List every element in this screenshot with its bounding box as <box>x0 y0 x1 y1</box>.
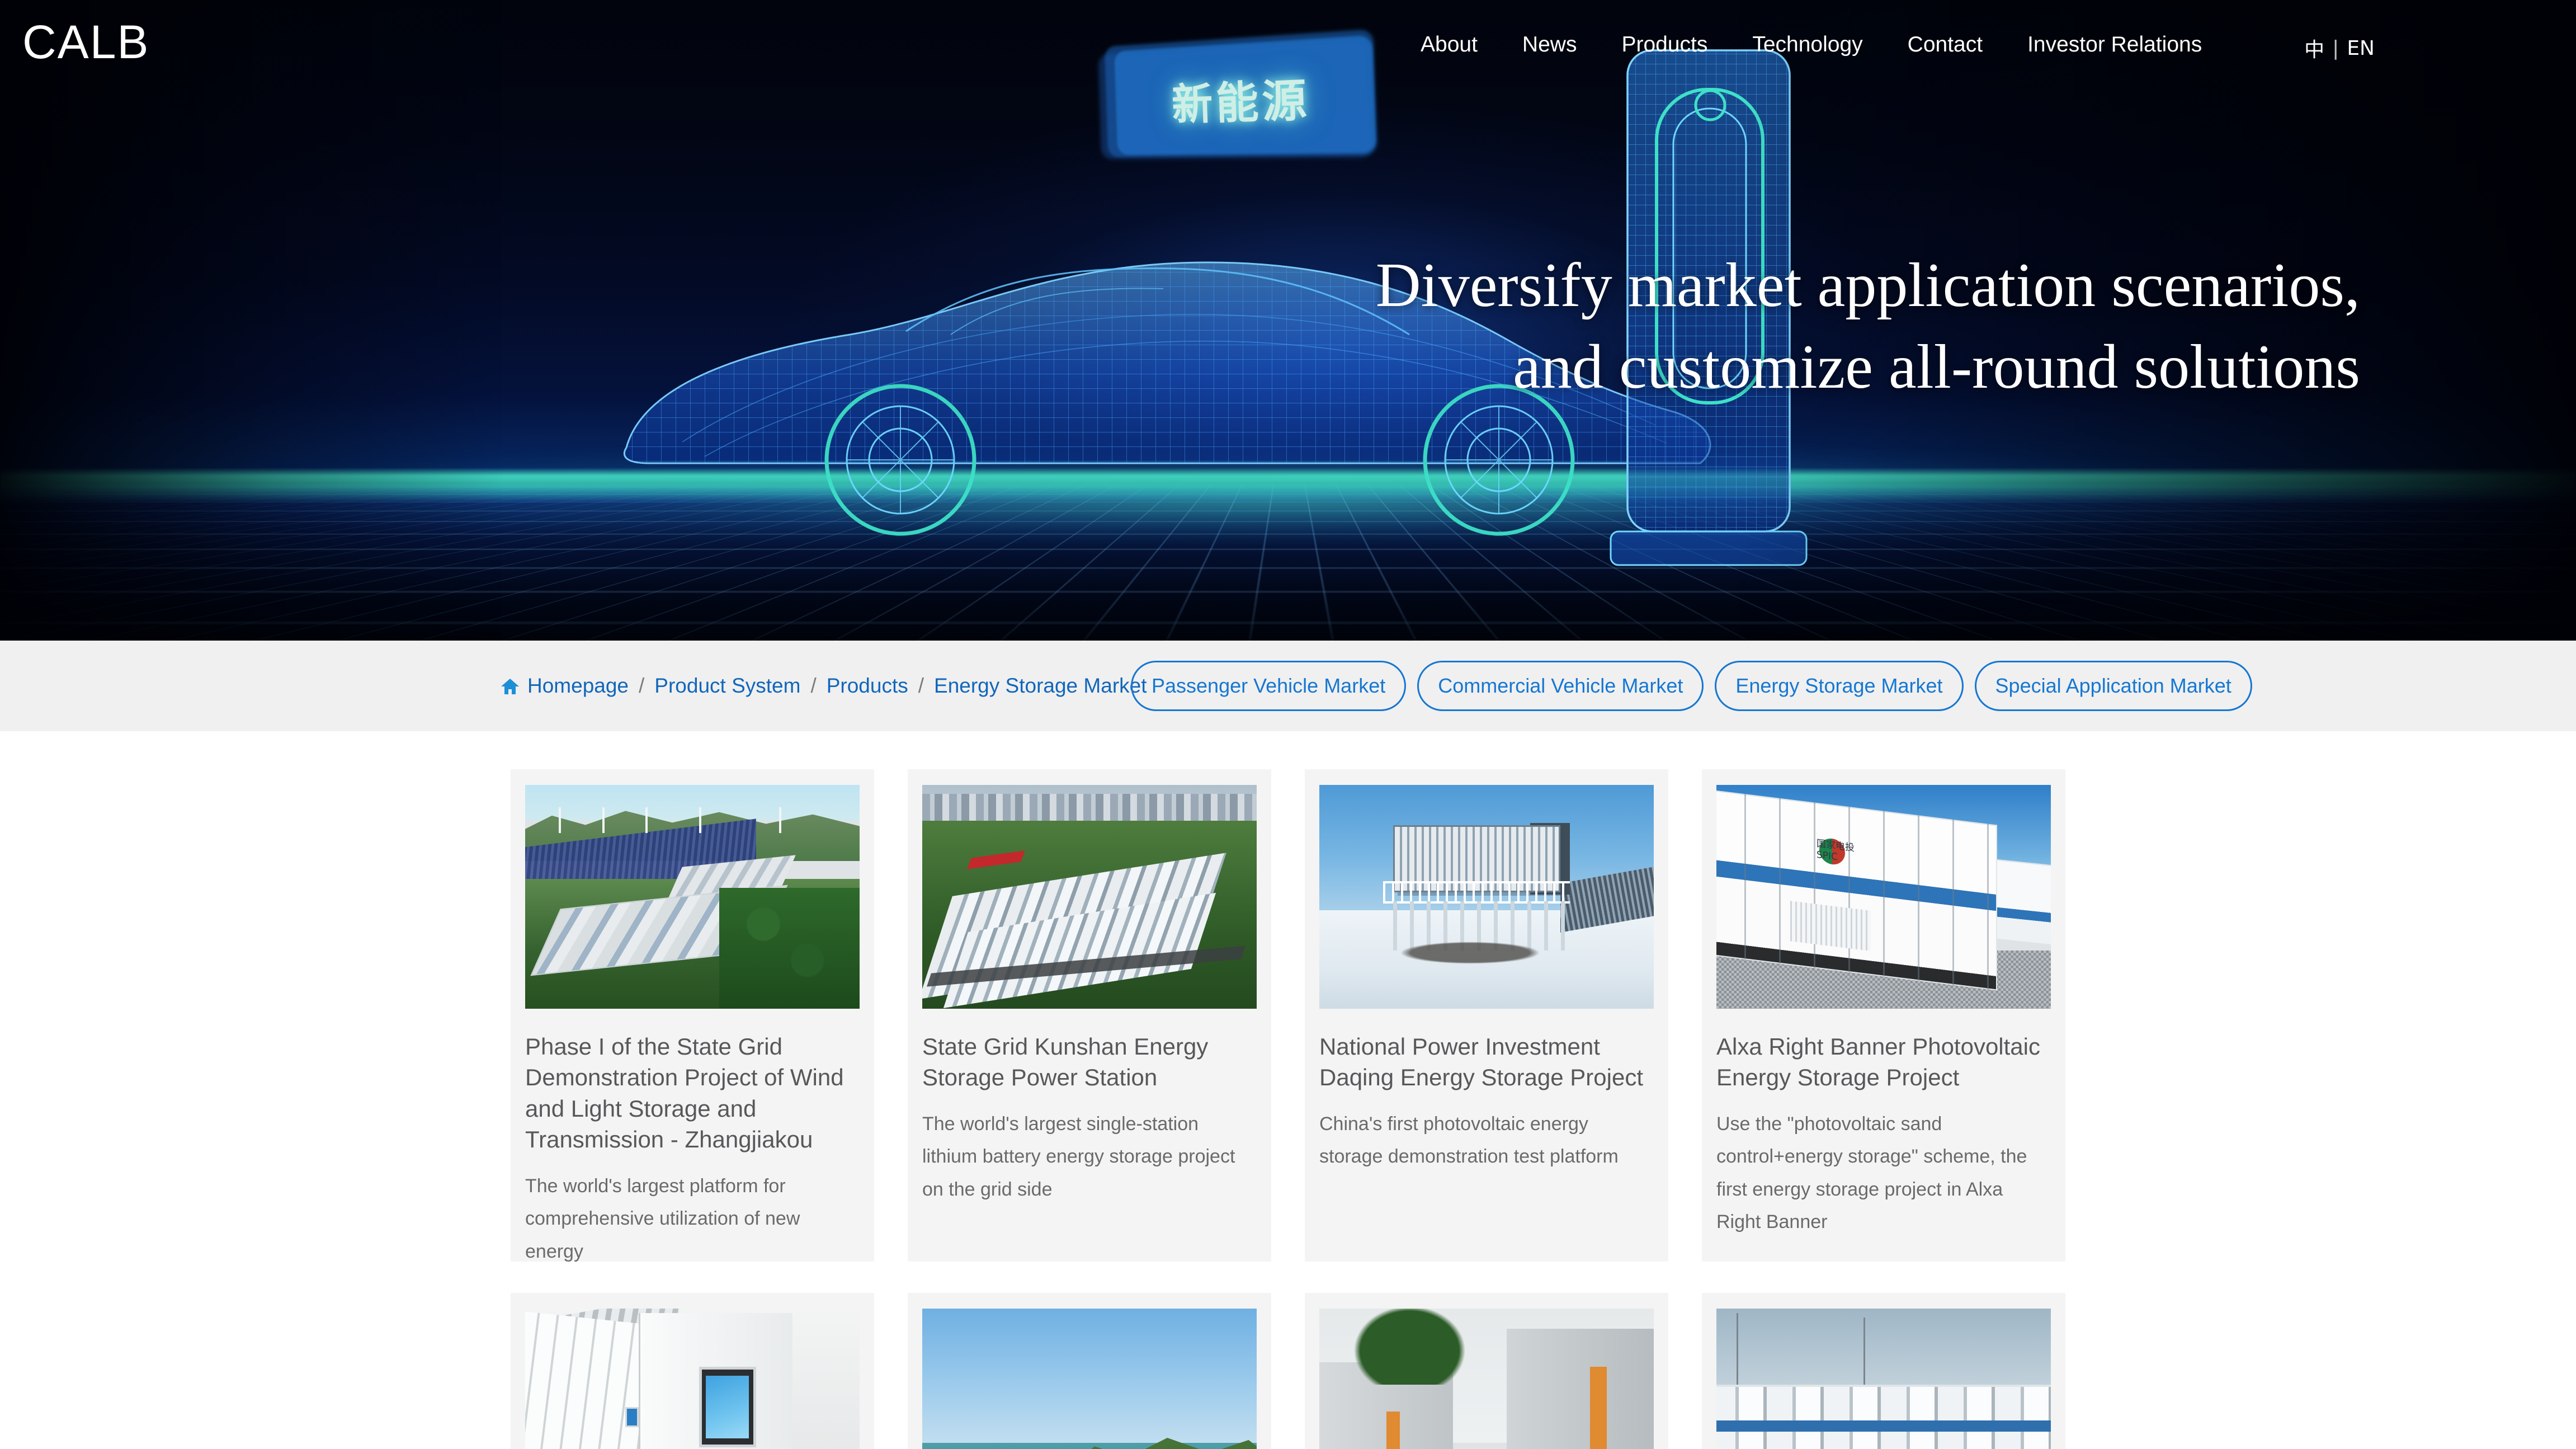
project-card[interactable] <box>1702 1293 2065 1449</box>
project-card-image <box>525 1309 860 1449</box>
card-grid: Phase I of the State Grid Demonstration … <box>511 769 2065 1449</box>
nav-item-technology[interactable]: Technology <box>1730 32 1885 57</box>
breadcrumb-separator-1: / <box>639 674 645 697</box>
project-card-image <box>525 785 860 1009</box>
nav-item-products[interactable]: Products <box>1599 32 1730 57</box>
filter-special-application-market[interactable]: Special Application Market <box>1974 661 2252 711</box>
hero-left-vignette <box>0 0 503 641</box>
lang-option-zh[interactable]: 中 <box>2304 34 2324 63</box>
breadcrumb-item-current: Energy Storage Market <box>934 674 1147 697</box>
filter-passenger-vehicle-market[interactable]: Passenger Vehicle Market <box>1131 661 1407 711</box>
hero-banner: 新能源 CALB About News Products Technology … <box>0 0 2576 641</box>
project-card[interactable]: 国家电投 SPIC Alxa Right Banner Photovoltaic … <box>1702 769 2065 1262</box>
project-card-title: National Power Investment Daqing Energy … <box>1319 1033 1643 1091</box>
project-card-title: Alxa Right Banner Photovoltaic Energy St… <box>1716 1033 2040 1091</box>
hero-headline-line-1: Diversify market application scenarios, <box>1375 251 2360 320</box>
lang-separator: | <box>2332 36 2339 60</box>
breadcrumb-item-homepage[interactable]: Homepage <box>527 674 629 698</box>
site-header: CALB About News Products Technology Cont… <box>0 0 2576 84</box>
language-switcher: 中 | EN <box>2304 34 2375 63</box>
nav-item-investor-relations[interactable]: Investor Relations <box>2005 32 2224 57</box>
breadcrumb-item-product-system[interactable]: Product System <box>654 674 800 698</box>
project-card-grid: Phase I of the State Grid Demonstration … <box>0 731 2576 1449</box>
nav-item-news[interactable]: News <box>1500 32 1600 57</box>
project-card-image: 国家电投 SPIC <box>1716 785 2051 1009</box>
project-card-image <box>1716 1309 2051 1449</box>
nav-item-about[interactable]: About <box>1398 32 1500 57</box>
filter-energy-storage-market[interactable]: Energy Storage Market <box>1715 661 1964 711</box>
breadcrumb-separator-2: / <box>810 674 817 697</box>
project-card-title: Phase I of the State Grid Demonstration … <box>525 1033 844 1153</box>
main-navigation: About News Products Technology Contact I… <box>1398 32 2224 57</box>
hero-headline-line-2: and customize all-round solutions <box>1513 332 2360 402</box>
project-card[interactable]: State Grid Kunshan Energy Storage Power … <box>908 769 1271 1262</box>
project-card-description: China's first photovoltaic energy storag… <box>1319 1113 1619 1168</box>
project-card[interactable] <box>511 1293 874 1449</box>
filter-commercial-vehicle-market[interactable]: Commercial Vehicle Market <box>1417 661 1704 711</box>
project-card-image <box>922 785 1257 1009</box>
project-card-description: Use the "photovoltaic sand control+energ… <box>1716 1113 2027 1233</box>
lang-option-en[interactable]: EN <box>2347 37 2375 60</box>
project-card-image <box>1319 1309 1654 1449</box>
project-card[interactable]: National Power Investment Daqing Energy … <box>1305 769 1668 1262</box>
breadcrumb-separator-3: / <box>918 674 924 697</box>
project-card-description: The world's largest platform for compreh… <box>525 1175 800 1262</box>
project-card-description: The world's largest single-station lithi… <box>922 1113 1235 1200</box>
nav-item-contact[interactable]: Contact <box>1885 32 2005 57</box>
project-card-image <box>1319 785 1654 1009</box>
project-card[interactable]: Phase I of the State Grid Demonstration … <box>511 769 874 1262</box>
market-filter-group: Passenger Vehicle Market Commercial Vehi… <box>1131 661 2252 711</box>
project-card-title: State Grid Kunshan Energy Storage Power … <box>922 1033 1209 1091</box>
hero-headline: Diversify market application scenarios, … <box>1353 245 2360 408</box>
calb-logo[interactable]: CALB <box>22 18 149 65</box>
project-card[interactable] <box>908 1293 1271 1449</box>
breadcrumb: Homepage / Product System / Products / E… <box>501 674 1147 698</box>
project-card-image <box>922 1309 1257 1449</box>
project-card[interactable] <box>1305 1293 1668 1449</box>
breadcrumb-item-products[interactable]: Products <box>827 674 908 698</box>
breadcrumb-bar: Homepage / Product System / Products / E… <box>0 641 2576 731</box>
home-icon <box>501 677 520 695</box>
